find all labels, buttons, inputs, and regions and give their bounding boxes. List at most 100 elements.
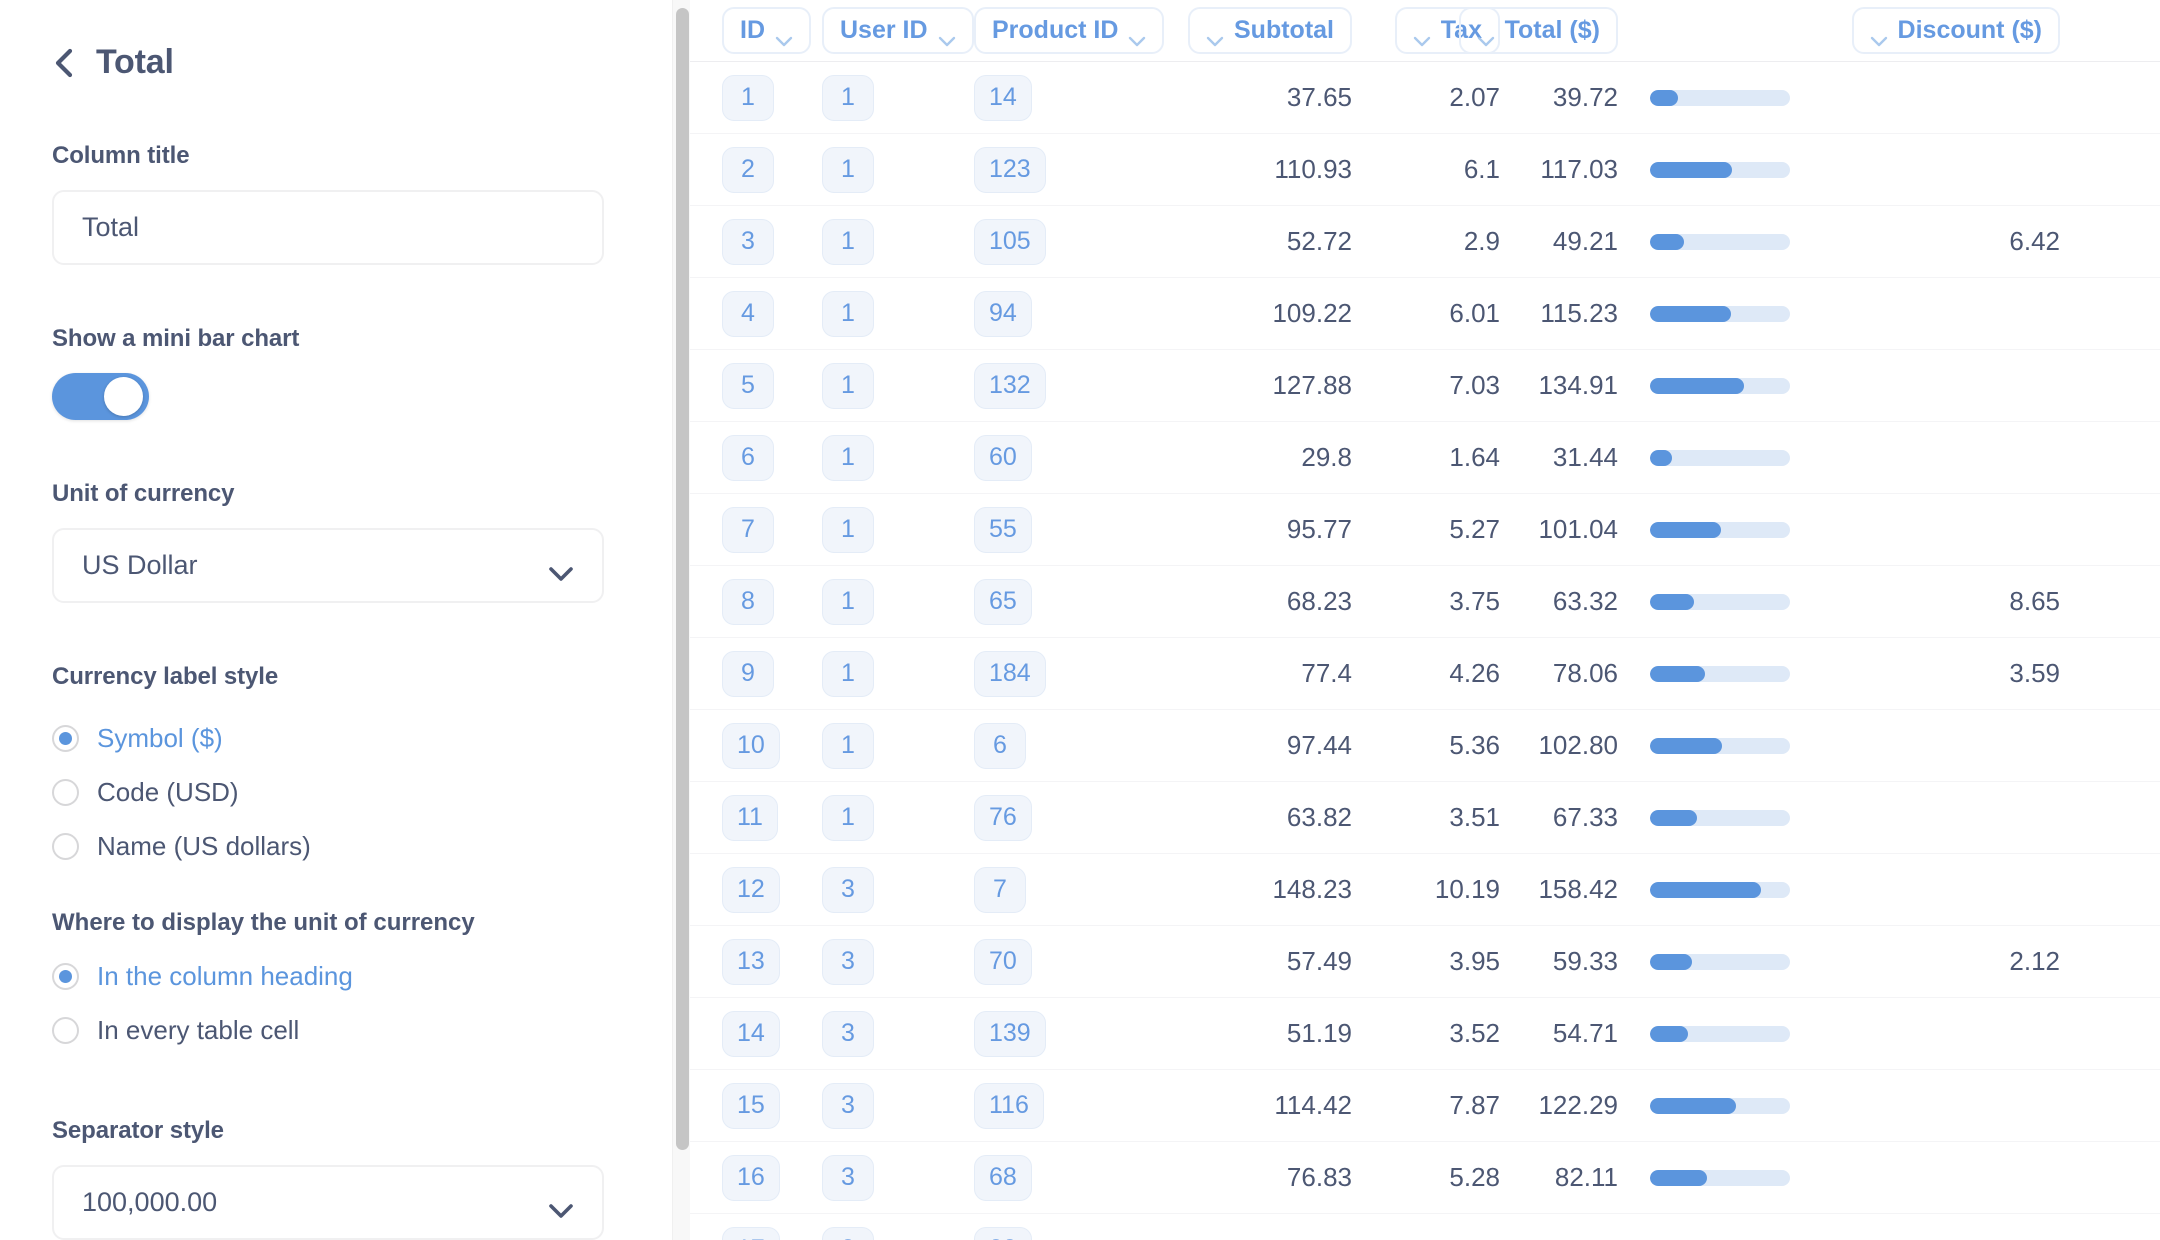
column-header-id[interactable]: ID	[690, 0, 812, 62]
id-chip[interactable]: 6	[974, 722, 1026, 769]
id-chip[interactable]: 3	[822, 866, 874, 913]
table-row[interactable]: 2 1 123 110.93 6.1 117.03	[690, 134, 2160, 206]
id-chip[interactable]: 3	[822, 1226, 874, 1240]
table-row[interactable]: 1 1 14 37.65 2.07 39.72	[690, 62, 2160, 134]
id-chip[interactable]: 14	[974, 74, 1032, 121]
id-chip[interactable]: 1	[822, 722, 874, 769]
radio-column-heading[interactable]: In the column heading	[52, 949, 635, 1003]
id-chip[interactable]: 139	[974, 1010, 1046, 1057]
id-chip[interactable]: 8	[722, 578, 774, 625]
table-row[interactable]: 16 3 68 76.83 5.28 82.11	[690, 1142, 2160, 1214]
id-chip[interactable]: 88	[974, 1226, 1032, 1240]
radio-symbol[interactable]: Symbol ($)	[52, 711, 635, 765]
cell-value: 63.82	[1286, 802, 1352, 832]
id-chip[interactable]: 1	[822, 434, 874, 481]
column-title-input[interactable]: Total	[52, 190, 604, 265]
column-header-pill[interactable]: Subtotal	[1188, 7, 1352, 54]
table-row[interactable]: 17 3 88	[690, 1214, 2160, 1240]
id-chip[interactable]: 3	[822, 1010, 874, 1057]
id-chip[interactable]: 10	[722, 722, 780, 769]
id-chip[interactable]: 1	[822, 650, 874, 697]
currency-unit-select[interactable]: US Dollar	[52, 528, 604, 603]
id-chip[interactable]: 15	[722, 1082, 780, 1129]
radio-code[interactable]: Code (USD)	[52, 765, 635, 819]
mini-bar-toggle[interactable]	[52, 373, 149, 420]
column-header-subtotal[interactable]: Subtotal	[1134, 0, 1362, 62]
id-chip[interactable]: 132	[974, 362, 1046, 409]
currency-label-style-field: Currency label style Symbol ($) Code (US…	[52, 663, 635, 873]
id-chip[interactable]: 1	[822, 362, 874, 409]
id-chip[interactable]: 1	[822, 218, 874, 265]
radio-every-cell[interactable]: In every table cell	[52, 1003, 635, 1057]
id-chip[interactable]: 116	[974, 1082, 1044, 1129]
id-chip[interactable]: 7	[974, 866, 1026, 913]
table-row[interactable]: 15 3 116 114.42 7.87 122.29	[690, 1070, 2160, 1142]
sidebar-scrollbar[interactable]	[672, 0, 690, 1240]
column-header-product_id[interactable]: Product ID	[964, 0, 1165, 62]
id-chip[interactable]: 105	[974, 218, 1046, 265]
sidebar-header: Total	[52, 0, 635, 82]
id-chip[interactable]: 3	[722, 218, 774, 265]
id-chip[interactable]: 65	[974, 578, 1032, 625]
table-row[interactable]: 11 1 76 63.82 3.51 67.33	[690, 782, 2160, 854]
table-row[interactable]: 4 1 94 109.22 6.01 115.23	[690, 278, 2160, 350]
id-chip[interactable]: 12	[722, 866, 780, 913]
id-chip[interactable]: 1	[822, 146, 874, 193]
id-chip[interactable]: 1	[822, 578, 874, 625]
table-row[interactable]: 9 1 184 77.4 4.26 78.06 3.59	[690, 638, 2160, 710]
id-chip[interactable]: 9	[722, 650, 774, 697]
cell-discount: 8.65	[1800, 566, 2070, 638]
id-chip[interactable]: 70	[974, 938, 1032, 985]
id-chip[interactable]: 94	[974, 290, 1032, 337]
id-chip[interactable]: 5	[722, 362, 774, 409]
table-row[interactable]: 6 1 60 29.8 1.64 31.44	[690, 422, 2160, 494]
column-header-discount[interactable]: Discount ($)	[1800, 0, 2070, 62]
table-row[interactable]: 5 1 132 127.88 7.03 134.91	[690, 350, 2160, 422]
cell-value: 127.88	[1272, 370, 1352, 400]
id-chip[interactable]: 13	[722, 938, 780, 985]
table-row[interactable]: 14 3 139 51.19 3.52 54.71	[690, 998, 2160, 1070]
id-chip[interactable]: 11	[722, 794, 778, 841]
table-row[interactable]: 13 3 70 57.49 3.95 59.33 2.12	[690, 926, 2160, 998]
id-chip[interactable]: 4	[722, 290, 774, 337]
id-chip[interactable]: 16	[722, 1154, 780, 1201]
column-header-total[interactable]: Total ($)	[1458, 0, 1628, 62]
column-header-pill[interactable]: User ID	[822, 7, 974, 54]
mini-bar-track	[1650, 881, 1790, 898]
table-row[interactable]: 12 3 7 148.23 10.19 158.42	[690, 854, 2160, 926]
id-chip[interactable]: 1	[822, 74, 874, 121]
separator-style-select[interactable]: 100,000.00	[52, 1165, 604, 1240]
column-header-pill[interactable]: Total ($)	[1458, 7, 1618, 54]
id-chip[interactable]: 55	[974, 506, 1032, 553]
sidebar-scrollbar-thumb[interactable]	[676, 8, 689, 1150]
id-chip[interactable]: 68	[974, 1154, 1032, 1201]
id-chip[interactable]: 17	[722, 1226, 780, 1240]
id-chip[interactable]: 123	[974, 146, 1046, 193]
chevron-left-icon[interactable]	[52, 48, 74, 78]
id-chip[interactable]: 60	[974, 434, 1032, 481]
radio-name[interactable]: Name (US dollars)	[52, 819, 635, 873]
cell-total-mini-bar	[1628, 782, 1800, 854]
table-row[interactable]: 8 1 65 68.23 3.75 63.32 8.65	[690, 566, 2160, 638]
column-header-pill[interactable]: Discount ($)	[1851, 7, 2060, 54]
table-row[interactable]: 7 1 55 95.77 5.27 101.04	[690, 494, 2160, 566]
id-chip[interactable]: 7	[722, 506, 774, 553]
id-chip[interactable]: 2	[722, 146, 774, 193]
id-chip[interactable]: 184	[974, 650, 1046, 697]
id-chip[interactable]: 76	[974, 794, 1032, 841]
id-chip[interactable]: 14	[722, 1010, 780, 1057]
id-chip[interactable]: 3	[822, 1154, 874, 1201]
id-chip[interactable]: 1	[822, 506, 874, 553]
column-header-pill[interactable]: ID	[722, 7, 811, 54]
cell-value: 78.06	[1552, 658, 1618, 688]
id-chip[interactable]: 1	[722, 74, 774, 121]
table-row[interactable]: 10 1 6 97.44 5.36 102.80	[690, 710, 2160, 782]
table-row[interactable]: 3 1 105 52.72 2.9 49.21 6.42	[690, 206, 2160, 278]
cell-discount	[1800, 1214, 2070, 1240]
id-chip[interactable]: 1	[822, 290, 874, 337]
id-chip[interactable]: 3	[822, 938, 874, 985]
column-header-user_id[interactable]: User ID	[812, 0, 974, 62]
id-chip[interactable]: 3	[822, 1082, 874, 1129]
id-chip[interactable]: 6	[722, 434, 774, 481]
id-chip[interactable]: 1	[822, 794, 874, 841]
